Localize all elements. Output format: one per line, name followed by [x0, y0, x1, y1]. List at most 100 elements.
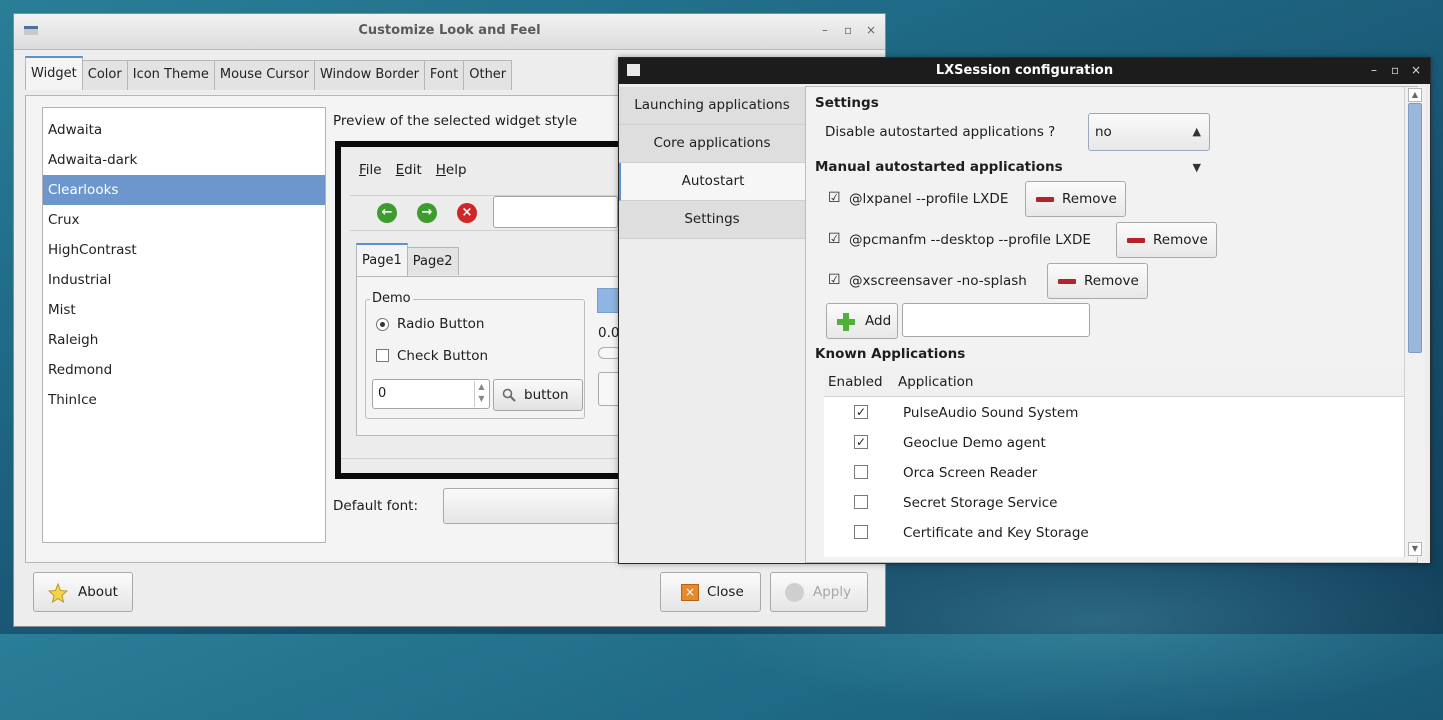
list-item-selected[interactable]: Clearlooks — [43, 175, 325, 205]
customize-tabs: Widget Color Icon Theme Mouse Cursor Win… — [25, 56, 513, 90]
known-heading: Known Applications — [815, 346, 966, 362]
preview-tab-page2: Page2 — [406, 247, 459, 275]
list-item[interactable]: Mist — [43, 295, 325, 325]
manual-app-label: @xscreensaver -no-splash — [849, 273, 1027, 289]
tab-mouse-cursor[interactable]: Mouse Cursor — [213, 60, 315, 90]
about-button[interactable]: About — [33, 572, 133, 612]
table-row: Orca Screen Reader — [903, 465, 1038, 481]
back-arrow-icon: ← — [377, 203, 397, 223]
remove-button[interactable]: Remove — [1116, 222, 1217, 258]
tab-window-border[interactable]: Window Border — [313, 60, 425, 90]
column-application[interactable]: Application — [898, 374, 973, 390]
close-icon[interactable]: × — [866, 23, 876, 37]
scroll-up-icon[interactable]: ▲ — [1408, 88, 1422, 102]
disable-autostart-select[interactable]: no ▲ ▼ — [1088, 113, 1210, 174]
minus-icon — [1058, 279, 1076, 284]
table-row: Secret Storage Service — [903, 495, 1058, 511]
close-icon: × — [681, 584, 699, 601]
sidebar-item-autostart[interactable]: Autostart — [619, 163, 805, 201]
checkbox-icon[interactable]: ☑ — [828, 231, 841, 247]
preview-menu-help: Help — [435, 162, 467, 178]
list-item[interactable]: Adwaita-dark — [43, 145, 325, 175]
checkbox-icon[interactable]: ☑ — [828, 190, 841, 206]
add-button[interactable]: Add — [826, 303, 898, 339]
default-font-button[interactable] — [443, 488, 633, 524]
table-row: Certificate and Key Storage — [903, 525, 1089, 541]
settings-heading: Settings — [815, 95, 879, 111]
scroll-down-icon[interactable]: ▼ — [1408, 542, 1422, 556]
star-icon — [48, 583, 68, 603]
updown-icon: ▲ ▼ — [1192, 125, 1201, 174]
preview-menubar: File Edit Help — [359, 162, 467, 178]
scroll-thumb[interactable] — [1408, 103, 1422, 353]
sidebar-item-launching[interactable]: Launching applications — [619, 87, 805, 125]
apply-icon — [785, 583, 804, 602]
preview-button: button — [493, 379, 583, 411]
tab-other[interactable]: Other — [463, 60, 513, 90]
list-item[interactable]: Adwaita — [43, 115, 325, 145]
table-row: PulseAudio Sound System — [903, 405, 1079, 421]
window-title: Customize Look and Feel — [358, 23, 541, 38]
close-button[interactable]: × Close — [660, 572, 761, 612]
tab-color[interactable]: Color — [81, 60, 128, 90]
close-label: Close — [707, 584, 744, 600]
preview-spinbox: 0 ▲ ▼ — [372, 379, 490, 409]
checkbox-icon[interactable]: ✓ — [854, 405, 868, 419]
list-item[interactable]: HighContrast — [43, 235, 325, 265]
manual-heading: Manual autostarted applications — [815, 159, 1063, 175]
customize-titlebar[interactable]: Customize Look and Feel – ▫ × — [14, 14, 885, 50]
tab-widget[interactable]: Widget — [25, 56, 83, 90]
add-command-input[interactable] — [902, 303, 1090, 337]
list-item[interactable]: Industrial — [43, 265, 325, 295]
preview-menu-edit: Edit — [395, 162, 422, 178]
lxsession-titlebar[interactable]: LXSession configuration – ▫ × — [619, 58, 1430, 84]
tab-icon-theme[interactable]: Icon Theme — [126, 60, 215, 90]
remove-label: Remove — [1153, 232, 1208, 248]
demo-label: Demo — [370, 291, 413, 306]
preview-tabs: Page1 Page2 — [356, 243, 459, 276]
close-icon[interactable]: × — [1411, 63, 1421, 77]
disable-autostart-label: Disable autostarted applications ? — [825, 124, 1056, 140]
plus-icon — [837, 313, 855, 331]
theme-list[interactable]: Adwaita Adwaita-dark Clearlooks Crux Hig… — [42, 107, 326, 543]
sidebar-item-core[interactable]: Core applications — [619, 125, 805, 163]
list-item[interactable]: ThinIce — [43, 385, 325, 415]
list-item[interactable]: Crux — [43, 205, 325, 235]
apply-button[interactable]: Apply — [770, 572, 868, 612]
checkbox-icon[interactable]: ✓ — [854, 435, 868, 449]
remove-button[interactable]: Remove — [1047, 263, 1148, 299]
list-item[interactable]: Raleigh — [43, 325, 325, 355]
checkbox-icon[interactable] — [854, 495, 868, 509]
minimize-icon[interactable]: – — [1371, 63, 1377, 77]
magnifier-icon — [502, 388, 516, 402]
manual-app-label: @lxpanel --profile LXDE — [849, 191, 1009, 207]
spin-arrows-icon: ▲ ▼ — [474, 381, 488, 407]
about-label: About — [78, 584, 118, 600]
sidebar-item-settings[interactable]: Settings — [619, 201, 805, 239]
add-label: Add — [865, 313, 892, 329]
minus-icon — [1036, 197, 1054, 202]
vertical-scrollbar[interactable]: ▲ ▼ — [1404, 87, 1425, 557]
spin-value: 0 — [378, 386, 387, 401]
remove-button[interactable]: Remove — [1025, 181, 1126, 217]
default-font-label: Default font: — [333, 498, 419, 514]
checkbox-icon[interactable] — [854, 465, 868, 479]
remove-label: Remove — [1062, 191, 1117, 207]
preview-statusbar — [341, 458, 625, 459]
maximize-icon[interactable]: ▫ — [1391, 63, 1399, 77]
check-label: Check Button — [397, 348, 489, 364]
minus-icon — [1127, 238, 1145, 243]
forward-arrow-icon: → — [417, 203, 437, 223]
preview-entry — [493, 196, 618, 228]
checkbox-icon — [376, 349, 389, 362]
checkbox-icon[interactable] — [854, 525, 868, 539]
preview-menu-file: File — [359, 162, 382, 178]
minimize-icon[interactable]: – — [822, 23, 828, 37]
radio-label: Radio Button — [397, 316, 485, 332]
column-enabled[interactable]: Enabled — [828, 374, 883, 390]
list-item[interactable]: Redmond — [43, 355, 325, 385]
manual-app-label: @pcmanfm --desktop --profile LXDE — [849, 232, 1091, 248]
tab-font[interactable]: Font — [423, 60, 465, 90]
maximize-icon[interactable]: ▫ — [844, 23, 852, 37]
checkbox-icon[interactable]: ☑ — [828, 272, 841, 288]
